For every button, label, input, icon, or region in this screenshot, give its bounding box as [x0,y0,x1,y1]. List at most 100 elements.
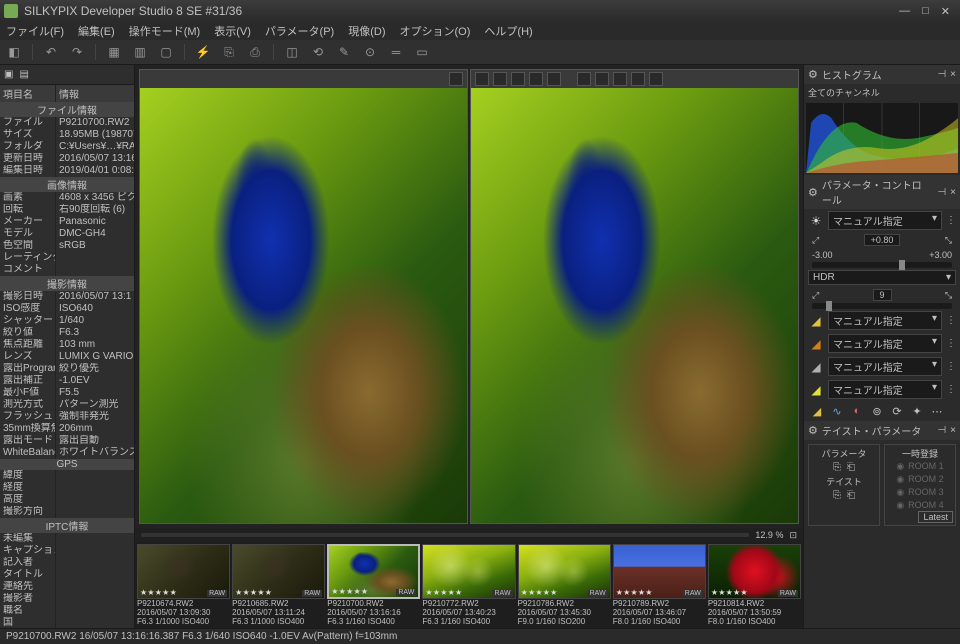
paste-params-icon[interactable]: ⎗ [847,462,855,473]
compare-mode-5-icon[interactable] [547,72,561,86]
expand-icon[interactable]: ⤢ [812,290,819,301]
param-icon[interactable]: ◢ [808,313,824,329]
preview-view-icon[interactable]: ▢ [158,44,174,60]
toolbar-app-icon[interactable]: ◧ [6,44,22,60]
paste-taste-icon[interactable]: ⎗ [847,490,855,501]
exposure-slider[interactable] [812,262,952,268]
param-icon[interactable]: ◢ [808,382,824,398]
batch-icon[interactable]: ⎘ [221,44,237,60]
preview-left[interactable] [139,69,468,524]
curves-icon[interactable]: ∿ [830,404,844,418]
warning-icon[interactable] [595,72,609,86]
rotate-icon[interactable]: ⟲ [310,44,326,60]
panel-pin-icon[interactable]: ⊣ [937,187,946,198]
preview-right[interactable] [470,69,799,524]
info-icon[interactable]: ▭ [414,44,430,60]
minimize-button[interactable]: — [893,5,916,17]
room-button[interactable]: ◉ROOM 2 [887,473,953,486]
undo-icon[interactable]: ↶ [43,44,59,60]
expand-icon[interactable]: ⤡ [945,235,952,246]
compare-mode-2-icon[interactable] [493,72,507,86]
param-more-icon[interactable]: ⋮ [946,338,956,349]
param-select[interactable]: マニュアル指定▾ [828,357,942,376]
expand-icon[interactable]: ⤡ [945,290,952,301]
panel-pin-icon[interactable]: ⊣ [937,425,946,436]
close-compare-icon[interactable] [649,72,663,86]
maximize-button[interactable]: □ [916,5,935,17]
menu-item[interactable]: 表示(V) [214,23,251,39]
hdr-slider[interactable] [812,303,952,309]
more-tools-icon[interactable]: ⋯ [930,404,944,418]
highlight-icon[interactable]: ◐ [850,404,864,418]
latest-button[interactable]: Latest [918,511,953,523]
thumbnail[interactable]: ★ ★ ★ ★ ★RAWP9210700.RW22016/05/07 13:16… [327,544,420,626]
zoom-slider[interactable] [141,533,749,537]
copy-params-icon[interactable]: ⎘ [833,462,841,473]
expand-icon[interactable]: ⤢ [812,235,819,246]
panel-close-icon[interactable]: × [950,187,956,198]
param-select[interactable]: マニュアル指定▾ [828,311,942,330]
redo2-icon[interactable] [631,72,645,86]
combo-view-icon[interactable]: ▥ [132,44,148,60]
redo-icon[interactable]: ↷ [69,44,85,60]
menu-item[interactable]: ヘルプ(H) [484,23,532,39]
zoom-fit-icon[interactable]: ⊡ [789,530,797,541]
panel-pin-icon[interactable]: ⊣ [937,69,946,80]
copy-taste-icon[interactable]: ⎘ [833,490,841,501]
menu-item[interactable]: オプション(O) [400,23,471,39]
menu-item[interactable]: パラメータ(P) [265,23,334,39]
menu-item[interactable]: 編集(E) [78,23,115,39]
param-more-icon[interactable]: ⋮ [946,315,956,326]
compare-mode-1-icon[interactable] [475,72,489,86]
param-icon[interactable]: ◢ [808,336,824,352]
exposure-select[interactable]: マニュアル指定▾ [828,211,942,230]
rotate-tool-icon[interactable]: ⟳ [890,404,904,418]
param-more-icon[interactable]: ⋮ [946,361,956,372]
info-tab-list-icon[interactable]: ▤ [19,69,28,80]
thumbnail[interactable]: ★ ★ ★ ★ ★RAWP9210786.RW22016/05/07 13:45… [518,544,611,626]
hdr-select[interactable]: HDR▾ [808,270,956,285]
grid-icon[interactable] [577,72,591,86]
thumb-view-icon[interactable]: ▦ [106,44,122,60]
gear-icon[interactable]: ⚙ [808,186,818,199]
wb-picker-icon[interactable]: ◢ [810,404,824,418]
info-tab-folder-icon[interactable]: ▣ [4,69,13,80]
compare-mode-3-icon[interactable] [511,72,525,86]
exposure-value[interactable]: +0.80 [864,234,901,246]
hdr-value[interactable]: 9 [873,289,892,301]
effect-icon[interactable]: ✦ [910,404,924,418]
fit-icon[interactable] [449,72,463,86]
exposure-icon[interactable]: ☀ [808,213,824,229]
panel-close-icon[interactable]: × [950,69,956,80]
spot-icon[interactable]: ⊙ [362,44,378,60]
param-select[interactable]: マニュアル指定▾ [828,334,942,353]
compare-mode-4-icon[interactable] [529,72,543,86]
param-more-icon[interactable]: ⋮ [946,384,956,395]
param-select[interactable]: マニュアル指定▾ [828,380,942,399]
info-row: タイトル [0,569,134,581]
close-button[interactable]: ✕ [935,5,956,18]
menu-item[interactable]: ファイル(F) [6,23,64,39]
level-icon[interactable]: ═ [388,44,404,60]
lens-icon[interactable]: ⊚ [870,404,884,418]
param-icon[interactable]: ◢ [808,359,824,375]
menu-item[interactable]: 操作モード(M) [129,23,201,39]
room-button[interactable]: ◉ROOM 3 [887,486,953,499]
gear-icon[interactable]: ⚙ [808,424,818,437]
thumbnail[interactable]: ★ ★ ★ ★ ★RAWP9210789.RW22016/05/07 13:46… [613,544,706,626]
gear-icon[interactable]: ⚙ [808,68,818,81]
brush-icon[interactable]: ✎ [336,44,352,60]
panel-close-icon[interactable]: × [950,425,956,436]
thumbnail[interactable]: ★ ★ ★ ★ ★RAWP9210772.RW22016/05/07 13:40… [422,544,515,626]
thumbnail[interactable]: ★ ★ ★ ★ ★RAWP9210674.RW22016/05/07 13:09… [137,544,230,626]
thumbnail[interactable]: ★ ★ ★ ★ ★RAWP9210814.RW22016/05/07 13:50… [708,544,801,626]
room-button[interactable]: ◉ROOM 1 [887,460,953,473]
param-more-icon[interactable]: ⋮ [946,215,956,226]
print-icon[interactable]: ⎙ [247,44,263,60]
crop-icon[interactable]: ◫ [284,44,300,60]
develop-icon[interactable]: ⚡ [195,44,211,60]
thumbnail[interactable]: ★ ★ ★ ★ ★RAWP9210685.RW22016/05/07 13:11… [232,544,325,626]
undo2-icon[interactable] [613,72,627,86]
menu-item[interactable]: 現像(D) [348,23,385,39]
histogram-channel[interactable]: 全てのチャンネル [804,84,960,101]
